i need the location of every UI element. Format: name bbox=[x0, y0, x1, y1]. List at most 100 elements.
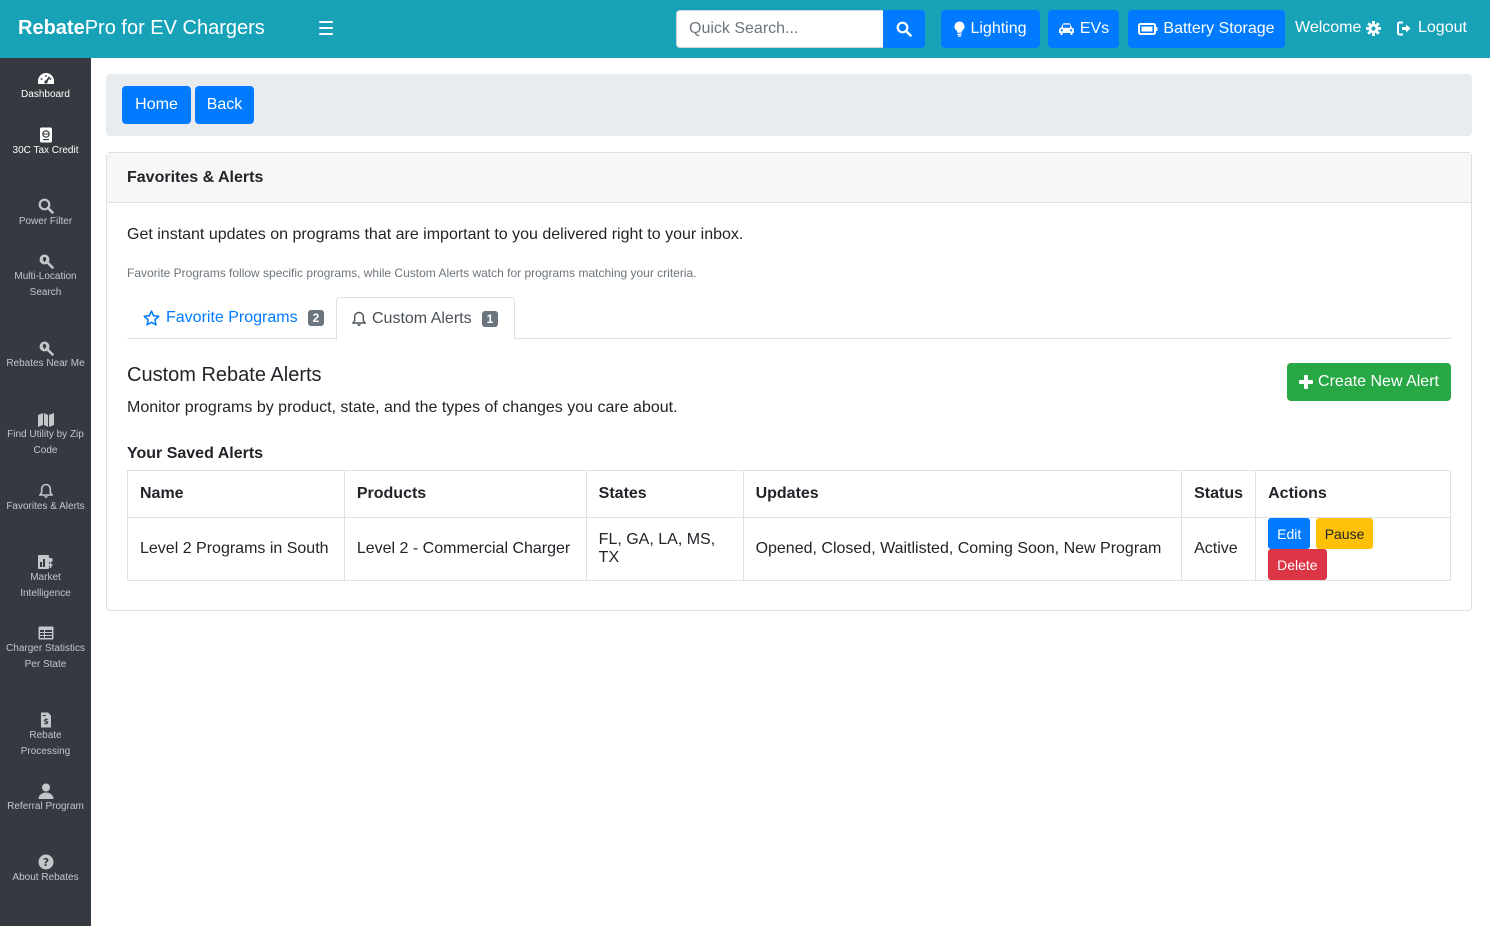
sidebar-item-label: 30C Tax Credit bbox=[12, 145, 79, 156]
sidebar-item-referral-program[interactable]: Referral Program bbox=[0, 782, 91, 815]
sidebar-item-charger-statistics[interactable]: Charger Statistics Per State bbox=[0, 624, 91, 673]
column-header: Actions bbox=[1255, 470, 1451, 518]
sidebar-item-dashboard[interactable]: Dashboard bbox=[0, 70, 91, 103]
table-header-row: Name Products States Updates Status Acti… bbox=[127, 470, 1451, 518]
car-icon bbox=[1058, 23, 1074, 35]
edit-button[interactable]: Edit bbox=[1268, 518, 1311, 549]
sidebar-item-label: Find Utility by Zip Code bbox=[7, 429, 84, 456]
evs-button[interactable]: EVs bbox=[1048, 10, 1119, 48]
lighting-button[interactable]: Lighting bbox=[941, 10, 1040, 48]
column-header: Status bbox=[1181, 470, 1257, 518]
sidebar-item-label: Referral Program bbox=[7, 801, 84, 812]
quick-search bbox=[676, 10, 925, 48]
sidebar-item-rebate-processing[interactable]: $ Rebate Processing bbox=[0, 711, 91, 760]
sidebar-item-favorites-alerts[interactable]: Favorites & Alerts bbox=[0, 482, 91, 515]
tab-custom-alerts[interactable]: Custom Alerts 1 bbox=[336, 297, 516, 340]
saved-alerts-heading: Your Saved Alerts bbox=[127, 445, 264, 462]
sidebar-item-label: Market Intelligence bbox=[20, 572, 71, 599]
delete-button[interactable]: Delete bbox=[1268, 549, 1327, 580]
table-icon bbox=[37, 624, 55, 642]
svg-text:?: ? bbox=[42, 856, 48, 869]
lighting-label: Lighting bbox=[970, 20, 1027, 37]
gauge-icon bbox=[37, 70, 55, 88]
star-icon bbox=[143, 310, 160, 326]
sidebar: Dashboard 30C Tax Credit Power Filter Mu… bbox=[0, 58, 91, 926]
favorites-count-badge: 2 bbox=[307, 310, 325, 326]
sidebar-item-label: About Rebates bbox=[12, 872, 79, 883]
column-header: Updates bbox=[742, 470, 1183, 518]
sidebar-item-label: Rebate Processing bbox=[20, 730, 71, 757]
chart-icon bbox=[37, 553, 55, 571]
svg-text:$: $ bbox=[43, 717, 49, 726]
alert-name-cell: Level 2 Programs in South bbox=[127, 517, 345, 581]
alert-products-cell: Level 2 - Commercial Charger bbox=[343, 517, 587, 581]
sidebar-item-label: Rebates Near Me bbox=[6, 358, 85, 369]
home-button[interactable]: Home bbox=[122, 86, 191, 124]
saved-alerts-table: Name Products States Updates Status Acti… bbox=[127, 470, 1451, 581]
tab-favorite-programs[interactable]: Favorite Programs 2 bbox=[143, 297, 325, 339]
column-header: States bbox=[585, 470, 744, 518]
help-note: Favorite Programs follow specific progra… bbox=[127, 266, 697, 280]
welcome-menu[interactable]: Welcome bbox=[1295, 19, 1382, 37]
search-location-icon bbox=[37, 339, 55, 357]
sidebar-item-label: Charger Statistics Per State bbox=[6, 643, 85, 670]
tab-label: Favorite Programs bbox=[166, 309, 298, 326]
search-button[interactable] bbox=[883, 10, 925, 48]
alert-states-cell: FL, GA, LA, MS, TX bbox=[585, 517, 744, 581]
sidebar-item-power-filter[interactable]: Power Filter bbox=[0, 197, 91, 230]
logout-link[interactable]: Logout bbox=[1397, 19, 1467, 37]
bell-icon bbox=[37, 482, 55, 500]
menu-toggle-icon[interactable] bbox=[319, 21, 333, 35]
search-input[interactable] bbox=[676, 10, 883, 48]
sidebar-item-label: Multi-Location Search bbox=[14, 271, 77, 298]
search-location-icon bbox=[37, 252, 55, 270]
battery-label: Battery Storage bbox=[1163, 20, 1275, 37]
sidebar-item-market-intelligence[interactable]: Market Intelligence bbox=[0, 553, 91, 602]
file-invoice-icon: $ bbox=[37, 711, 55, 729]
welcome-label: Welcome bbox=[1295, 19, 1362, 36]
search-icon bbox=[37, 197, 55, 215]
sidebar-item-find-utility[interactable]: Find Utility by Zip Code bbox=[0, 410, 91, 459]
alert-status-cell: Active bbox=[1181, 517, 1257, 581]
sidebar-item-label: Power Filter bbox=[18, 216, 73, 227]
create-new-alert-button[interactable]: Create New Alert bbox=[1287, 363, 1451, 401]
alerts-count-badge: 1 bbox=[481, 310, 499, 327]
tab-label: Custom Alerts bbox=[372, 309, 472, 327]
top-navbar: RebatePro for EV Chargers Lighting EVs B… bbox=[0, 0, 1490, 58]
user-icon bbox=[37, 782, 55, 800]
alert-updates-cell: Opened, Closed, Waitlisted, Coming Soon,… bbox=[742, 517, 1183, 581]
breadcrumb: Home Back bbox=[106, 74, 1472, 136]
create-label: Create New Alert bbox=[1318, 373, 1439, 390]
brand-logo[interactable]: RebatePro for EV Chargers bbox=[18, 17, 265, 40]
battery-icon bbox=[1138, 23, 1158, 35]
battery-storage-button[interactable]: Battery Storage bbox=[1128, 10, 1285, 48]
question-icon: ? bbox=[37, 853, 55, 871]
map-icon bbox=[37, 410, 55, 428]
sign-out-icon bbox=[1397, 21, 1411, 35]
search-icon bbox=[896, 21, 912, 37]
section-title: Custom Rebate Alerts bbox=[127, 364, 322, 386]
sidebar-item-30c-tax-credit[interactable]: 30C Tax Credit bbox=[0, 126, 91, 159]
evs-label: EVs bbox=[1079, 20, 1110, 37]
table-row: Level 2 Programs in South Level 2 - Comm… bbox=[127, 517, 1451, 581]
main-content: Home Back Favorites & Alerts Get instant… bbox=[91, 58, 1490, 926]
favorites-alerts-card: Favorites & Alerts Get instant updates o… bbox=[106, 152, 1472, 611]
lightbulb-icon bbox=[955, 21, 965, 37]
intro-text: Get instant updates on programs that are… bbox=[127, 226, 744, 243]
column-header: Products bbox=[343, 470, 587, 518]
logout-label: Logout bbox=[1418, 19, 1467, 36]
alert-actions-cell: Edit Pause Delete bbox=[1255, 517, 1451, 581]
tabs: Favorite Programs 2 Custom Alerts 1 bbox=[127, 297, 1451, 340]
card-header: Favorites & Alerts bbox=[107, 153, 1471, 203]
sidebar-item-rebates-near-me[interactable]: Rebates Near Me bbox=[0, 339, 91, 372]
back-button[interactable]: Back bbox=[195, 86, 254, 124]
gear-icon bbox=[1366, 20, 1382, 36]
sidebar-item-label: Dashboard bbox=[21, 89, 70, 100]
sidebar-item-label: Favorites & Alerts bbox=[6, 501, 85, 512]
section-subtitle: Monitor programs by product, state, and … bbox=[127, 399, 678, 416]
bell-icon bbox=[352, 311, 366, 326]
passport-icon bbox=[37, 126, 55, 144]
sidebar-item-about-rebates[interactable]: ? About Rebates bbox=[0, 853, 91, 886]
sidebar-item-multi-location-search[interactable]: Multi-Location Search bbox=[0, 252, 91, 301]
pause-button[interactable]: Pause bbox=[1315, 518, 1374, 549]
